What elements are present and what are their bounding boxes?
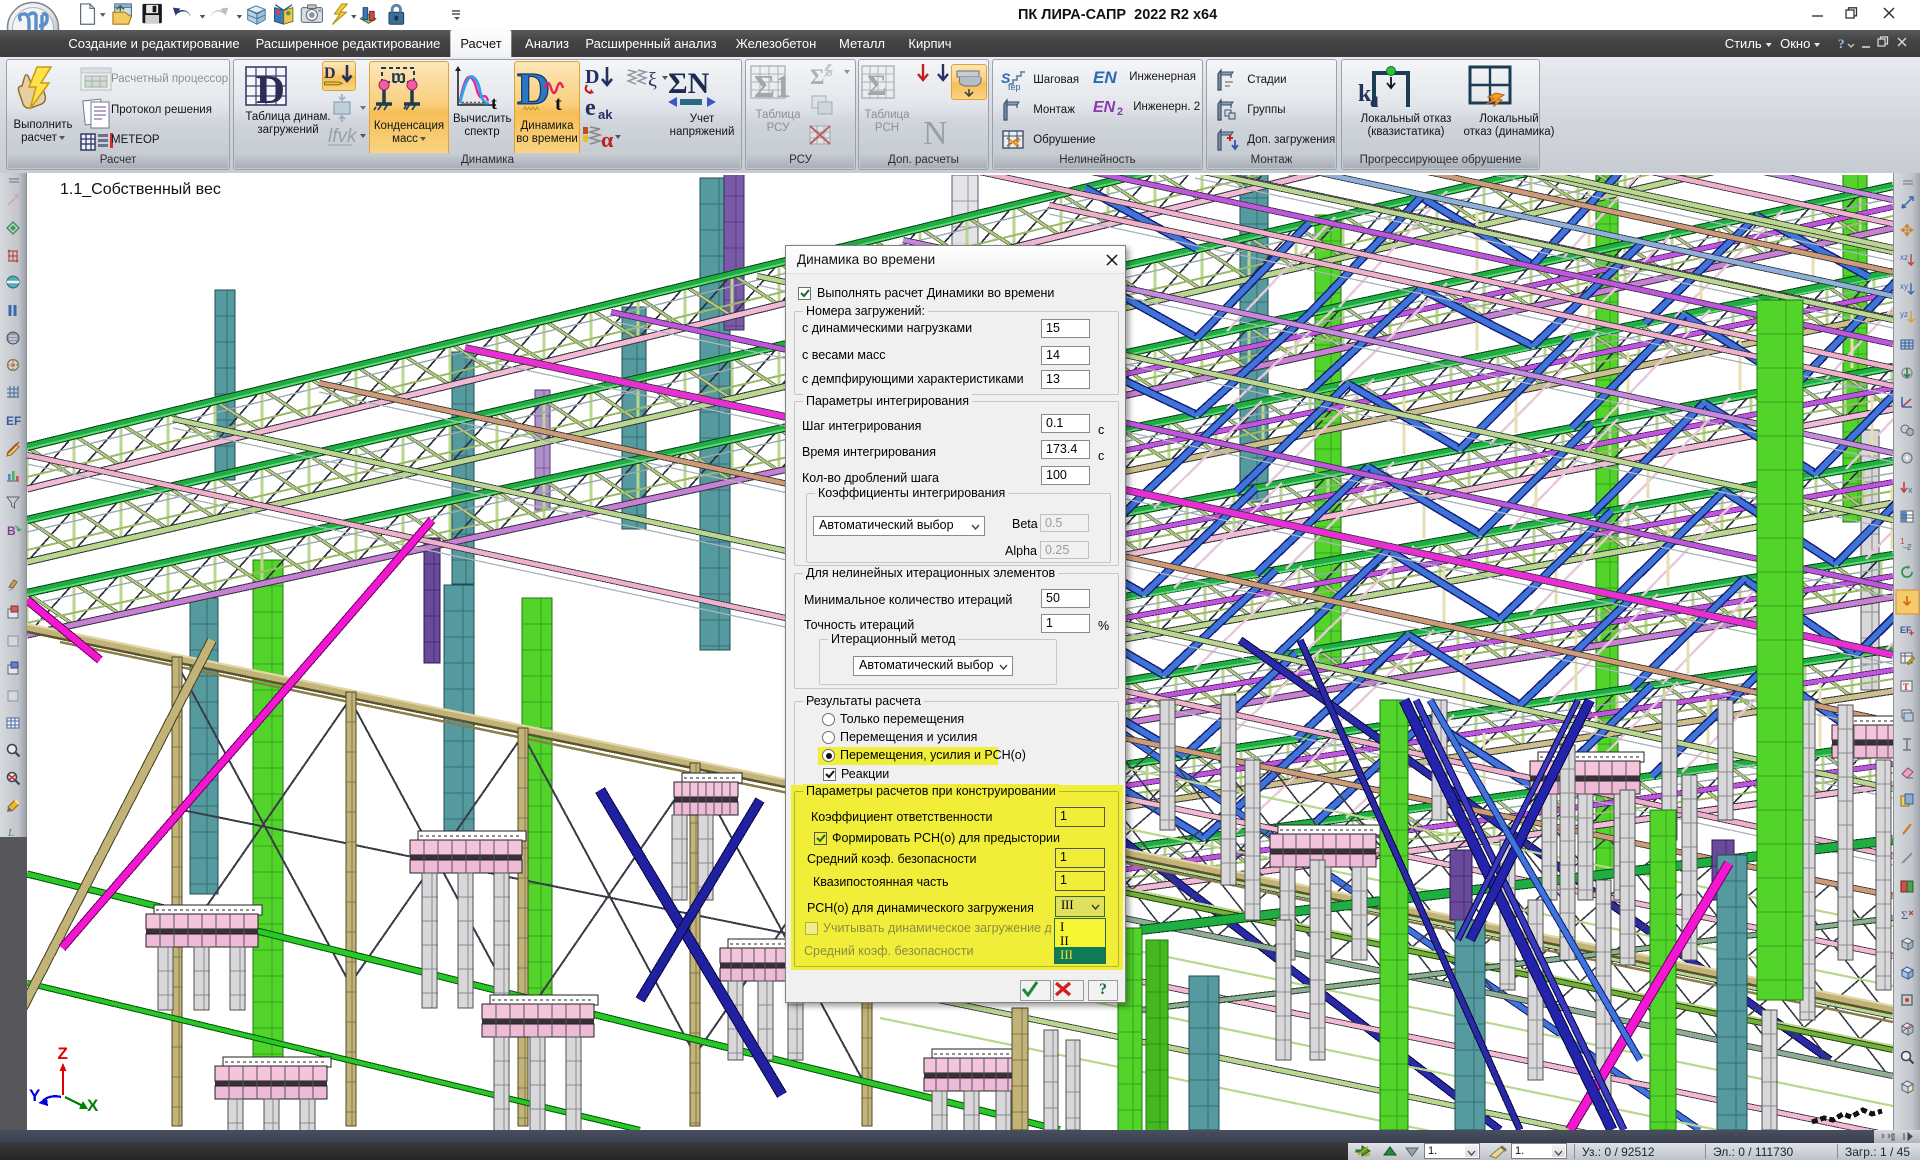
svg-text:EN: EN: [1093, 68, 1117, 86]
svg-text:D: D: [585, 66, 599, 88]
svg-text:N: N: [923, 115, 948, 152]
svg-text:EN: EN: [1093, 99, 1116, 116]
svg-text:Y: Y: [29, 1086, 41, 1105]
svg-text:xy: xy: [1900, 282, 1908, 291]
svg-text:Σ1: Σ1: [754, 68, 791, 104]
svg-text:Σ: Σ: [1901, 908, 1908, 922]
svg-text:ΣN: ΣN: [668, 67, 710, 100]
svg-text:Σ: Σ: [867, 69, 887, 102]
svg-text:e: e: [585, 95, 596, 121]
svg-text:ξ: ξ: [648, 69, 657, 91]
svg-text:B: B: [7, 524, 16, 538]
svg-text:xz: xz: [1900, 253, 1908, 262]
svg-text:t: t: [491, 93, 497, 111]
svg-text:T: T: [1903, 682, 1909, 692]
svg-text:lfvk: lfvk: [328, 126, 358, 147]
svg-text:ak: ak: [598, 107, 613, 122]
svg-text:α: α: [601, 127, 614, 152]
svg-text:X: X: [87, 1096, 99, 1115]
svg-text:EF: EF: [6, 414, 21, 428]
svg-text:1: 1: [1900, 537, 1905, 546]
svg-text:?: ?: [1838, 36, 1845, 51]
svg-text:t: t: [555, 93, 562, 115]
svg-text:yz: yz: [1900, 310, 1908, 319]
svg-text:2: 2: [1117, 106, 1123, 116]
svg-text:Z: Z: [58, 1044, 68, 1063]
svg-text:L: L: [7, 827, 14, 837]
svg-text:Σ: Σ: [810, 64, 824, 89]
svg-text:x: x: [1908, 485, 1913, 495]
svg-text:D: D: [324, 65, 336, 82]
svg-text:tep: tep: [1008, 82, 1021, 92]
svg-text:D: D: [256, 67, 285, 109]
svg-text:m: m: [391, 67, 406, 86]
svg-text:d: d: [1370, 95, 1379, 111]
